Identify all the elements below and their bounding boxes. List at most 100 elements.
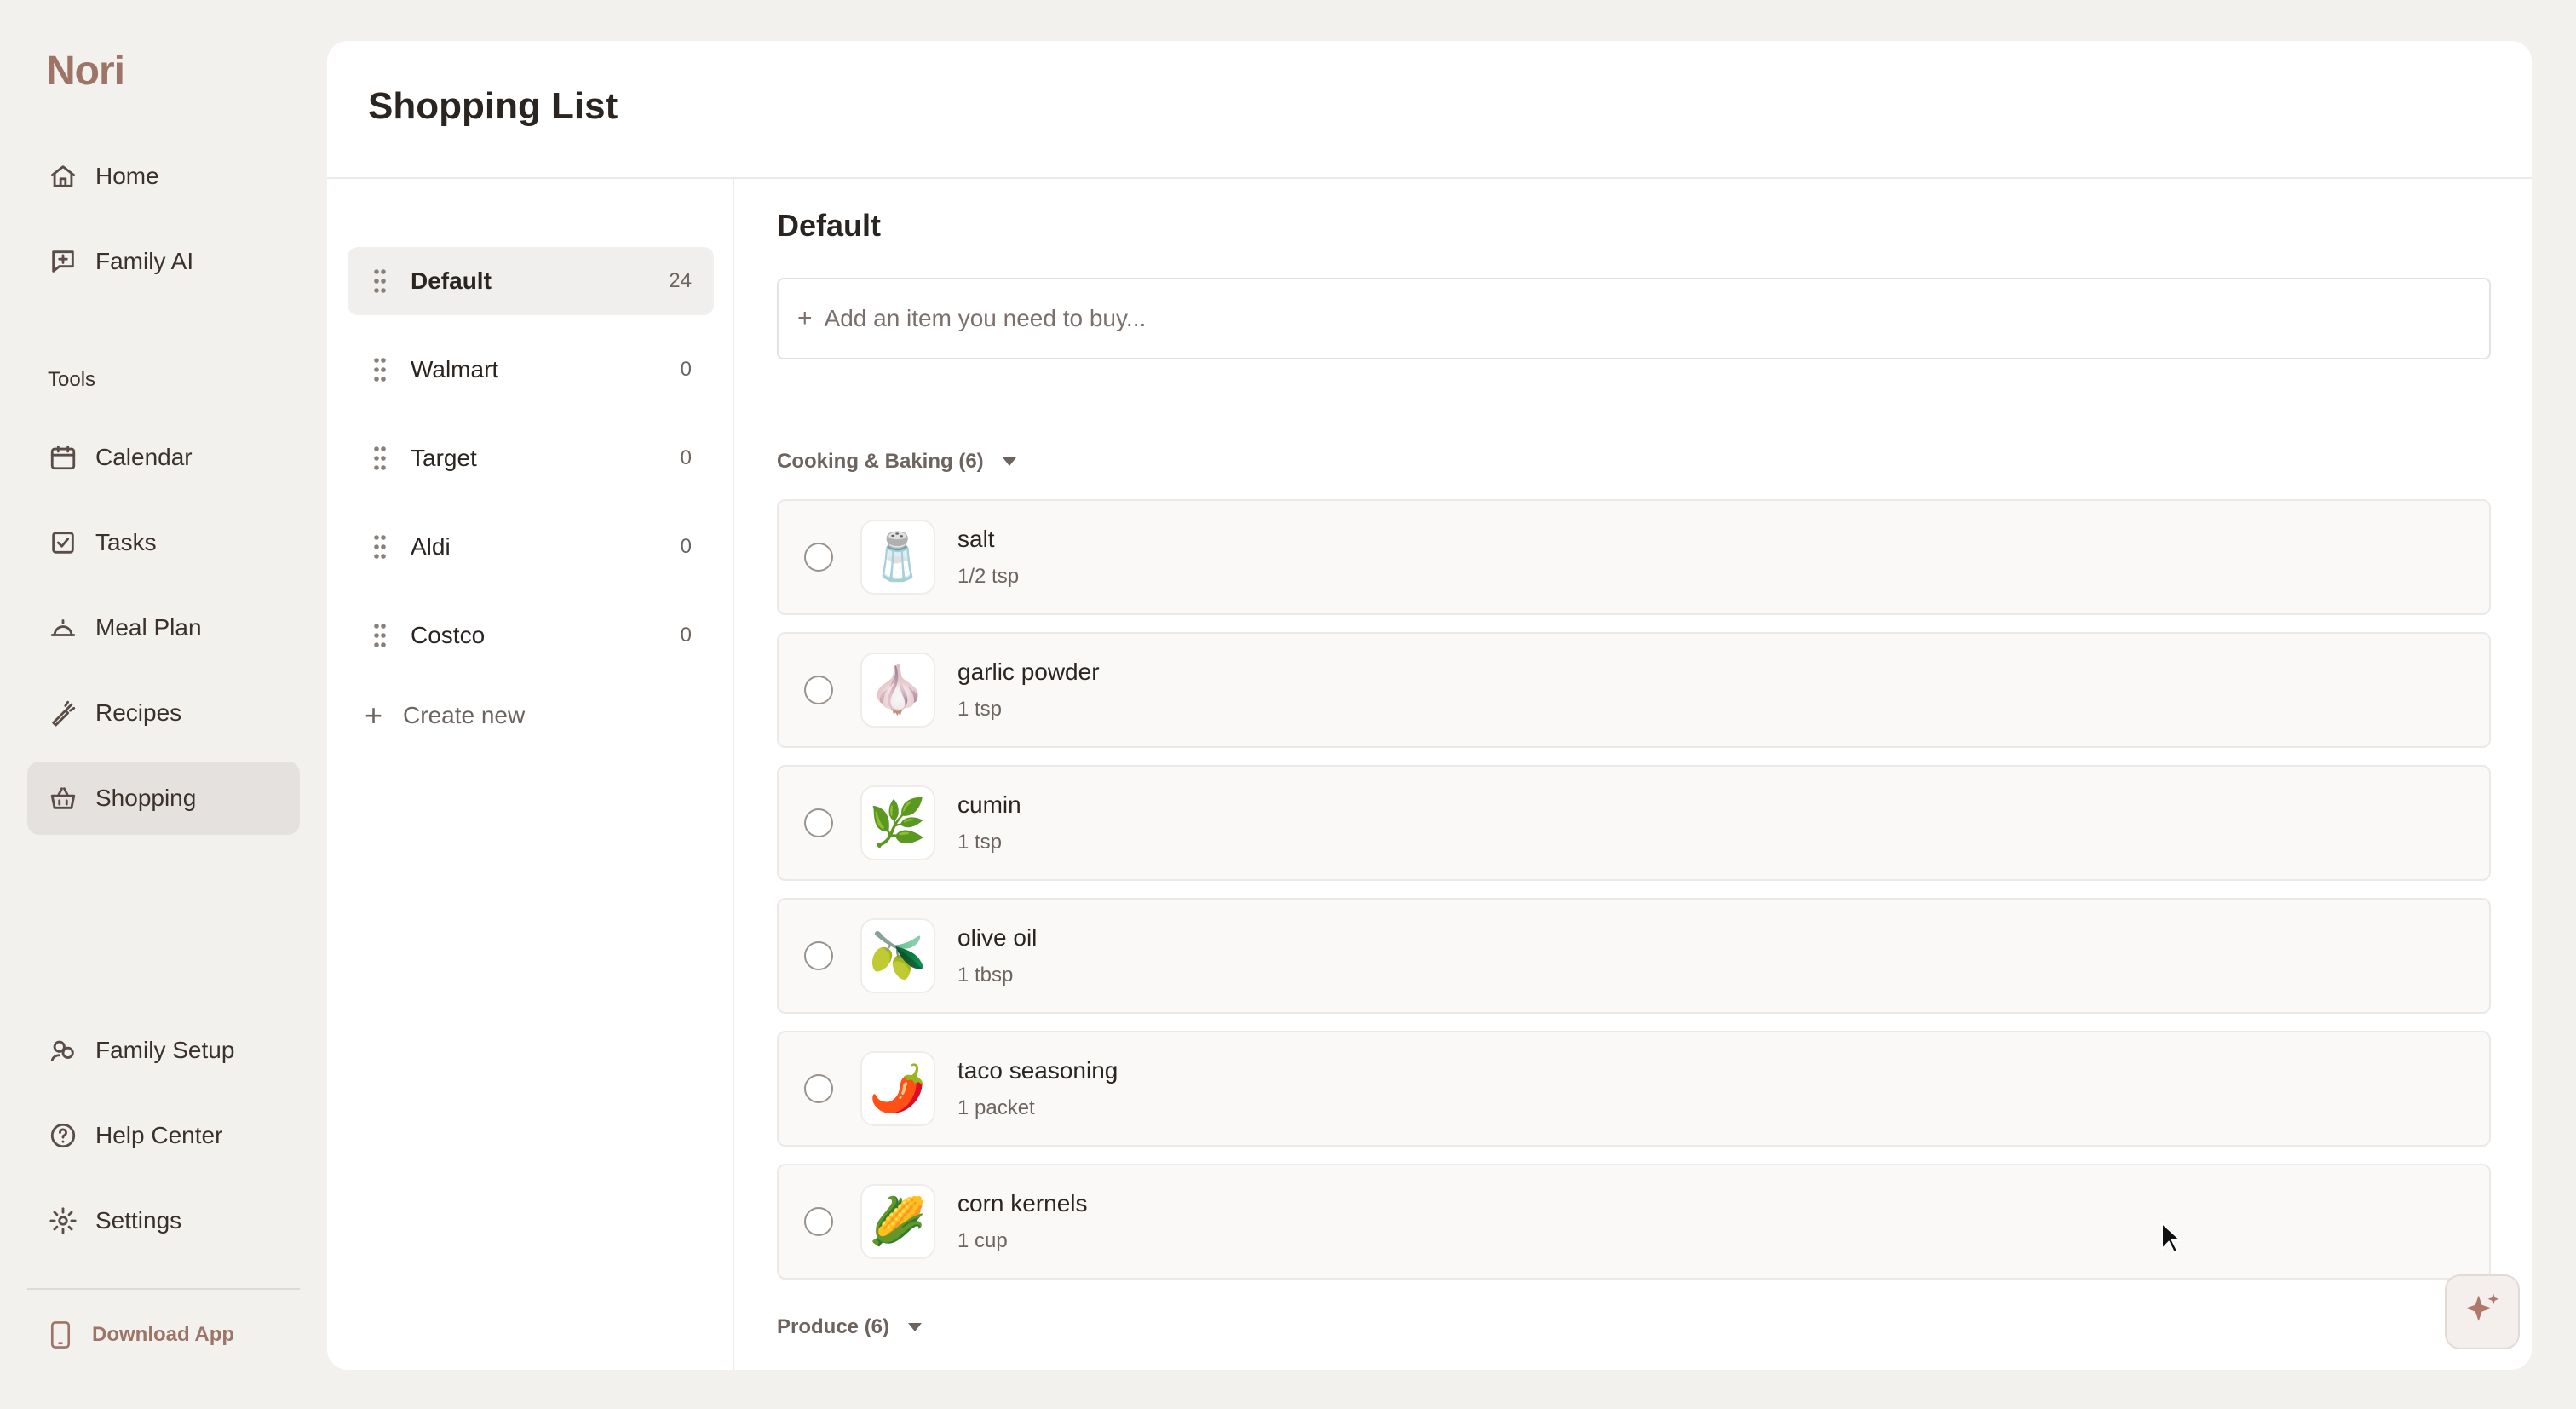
item-text: cumin 1 tsp — [957, 791, 1021, 854]
nav-label: Calendar — [95, 444, 193, 470]
list-detail: Default + Cooking & Baking (6) 🧂 salt 1/… — [736, 179, 2532, 1341]
calendar-icon — [48, 442, 78, 473]
salt-icon: 🧂 — [860, 520, 935, 595]
phone-icon — [50, 1321, 71, 1349]
carrot-icon — [48, 698, 78, 728]
list-name: Default — [411, 267, 492, 294]
sparkle-icon — [2465, 1293, 2499, 1321]
list-name: Target — [411, 445, 477, 471]
item-checkbox[interactable] — [804, 808, 833, 837]
nav-label: Recipes — [95, 699, 182, 726]
main-panel: Shopping List Default 24 Walmart 0 Targe… — [327, 41, 2532, 1370]
category-label: Cooking & Baking (6) — [777, 450, 984, 473]
nav-label: Settings — [95, 1207, 182, 1234]
plus-icon: + — [365, 698, 383, 733]
nav-label: Tasks — [95, 529, 157, 555]
download-app-link[interactable]: Download App — [48, 1320, 234, 1349]
nav-tasks[interactable]: Tasks — [27, 506, 300, 579]
checkbox-icon — [48, 527, 78, 558]
create-new-list-button[interactable]: + Create new — [365, 700, 525, 731]
shopping-item[interactable]: 🌽 corn kernels 1 cup — [777, 1164, 2491, 1280]
tools-section-label: Tools — [48, 368, 96, 391]
nav-family-ai[interactable]: Family AI — [27, 225, 300, 298]
list-count: 0 — [680, 358, 692, 381]
item-checkbox[interactable] — [804, 676, 833, 704]
garlic-icon: 🧄 — [860, 653, 935, 728]
item-text: olive oil 1 tbsp — [957, 924, 1037, 987]
list-count: 0 — [680, 535, 692, 558]
category-header-cooking-baking[interactable]: Cooking & Baking (6) — [777, 450, 1016, 474]
drag-handle-icon[interactable] — [373, 534, 387, 560]
shopping-item[interactable]: 🧄 garlic powder 1 tsp — [777, 632, 2491, 748]
add-item-input[interactable] — [824, 305, 2489, 332]
plus-icon: + — [797, 304, 813, 332]
drag-handle-icon[interactable] — [373, 623, 387, 648]
item-text: corn kernels 1 cup — [957, 1190, 1088, 1253]
nav-label: Family AI — [95, 248, 194, 274]
shopping-item[interactable]: 🌶️ taco seasoning 1 packet — [777, 1031, 2491, 1147]
list-count: 0 — [680, 624, 692, 647]
herb-icon: 🌿 — [860, 785, 935, 860]
item-name: salt — [957, 526, 995, 552]
item-text: salt 1/2 tsp — [957, 526, 1019, 589]
nav-shopping[interactable]: Shopping — [27, 762, 300, 835]
caret-down-icon — [908, 1323, 923, 1331]
item-name: garlic powder — [957, 658, 1100, 685]
list-name: Walmart — [411, 356, 499, 382]
list-title: Default — [777, 208, 882, 243]
drag-handle-icon[interactable] — [373, 357, 387, 382]
create-new-label: Create new — [403, 702, 526, 728]
nav-settings[interactable]: Settings — [27, 1184, 300, 1257]
basket-icon — [48, 783, 78, 814]
chili-pepper-icon: 🌶️ — [860, 1051, 935, 1126]
nav-recipes[interactable]: Recipes — [27, 676, 300, 750]
item-text: taco seasoning 1 packet — [957, 1057, 1118, 1120]
item-checkbox[interactable] — [804, 1074, 833, 1103]
list-name: Aldi — [411, 533, 451, 560]
list-target[interactable]: Target 0 — [348, 424, 714, 492]
item-quantity: 1 cup — [957, 1229, 1008, 1252]
nav-home[interactable]: Home — [27, 140, 300, 213]
item-name: olive oil — [957, 924, 1038, 951]
nav-meal-plan[interactable]: Meal Plan — [27, 591, 300, 664]
sidebar-divider — [27, 1288, 300, 1290]
caret-down-icon — [1002, 457, 1016, 466]
shopping-item[interactable]: 🌿 cumin 1 tsp — [777, 765, 2491, 881]
nav-family-setup[interactable]: Family Setup — [27, 1014, 300, 1087]
list-count: 0 — [680, 446, 692, 469]
item-checkbox[interactable] — [804, 941, 833, 970]
nav-label: Shopping — [95, 785, 197, 811]
nav-label: Home — [95, 163, 159, 189]
olive-icon: 🫒 — [860, 918, 935, 993]
help-icon — [48, 1120, 78, 1151]
nav-label: Help Center — [95, 1122, 223, 1148]
app-logo[interactable]: Nori — [46, 48, 125, 95]
list-default[interactable]: Default 24 — [348, 247, 714, 315]
item-name: taco seasoning — [957, 1057, 1118, 1084]
category-header-produce[interactable]: Produce (6) — [777, 1315, 923, 1339]
item-name: corn kernels — [957, 1190, 1088, 1216]
list-costco[interactable]: Costco 0 — [348, 601, 714, 670]
mouse-cursor-icon — [2161, 1222, 2182, 1254]
corn-icon: 🌽 — [860, 1184, 935, 1259]
item-text: garlic powder 1 tsp — [957, 658, 1100, 722]
ai-assistant-button[interactable] — [2445, 1274, 2520, 1349]
chat-plus-icon — [48, 246, 78, 277]
nav-help-center[interactable]: Help Center — [27, 1099, 300, 1172]
shopping-item[interactable]: 🫒 olive oil 1 tbsp — [777, 898, 2491, 1014]
drag-handle-icon[interactable] — [373, 268, 387, 294]
add-item-field[interactable]: + — [777, 278, 2491, 359]
nav-calendar[interactable]: Calendar — [27, 421, 300, 494]
item-checkbox[interactable] — [804, 1207, 833, 1236]
nav-label: Meal Plan — [95, 614, 202, 641]
cloche-icon — [48, 612, 78, 643]
shopping-item[interactable]: 🧂 salt 1/2 tsp — [777, 499, 2491, 615]
list-aldi[interactable]: Aldi 0 — [348, 513, 714, 581]
item-quantity: 1 tsp — [957, 831, 1003, 854]
family-icon — [48, 1035, 78, 1066]
download-app-label: Download App — [92, 1323, 235, 1346]
drag-handle-icon[interactable] — [373, 446, 387, 471]
list-walmart[interactable]: Walmart 0 — [348, 336, 714, 404]
item-checkbox[interactable] — [804, 543, 833, 572]
list-count: 24 — [669, 269, 692, 292]
